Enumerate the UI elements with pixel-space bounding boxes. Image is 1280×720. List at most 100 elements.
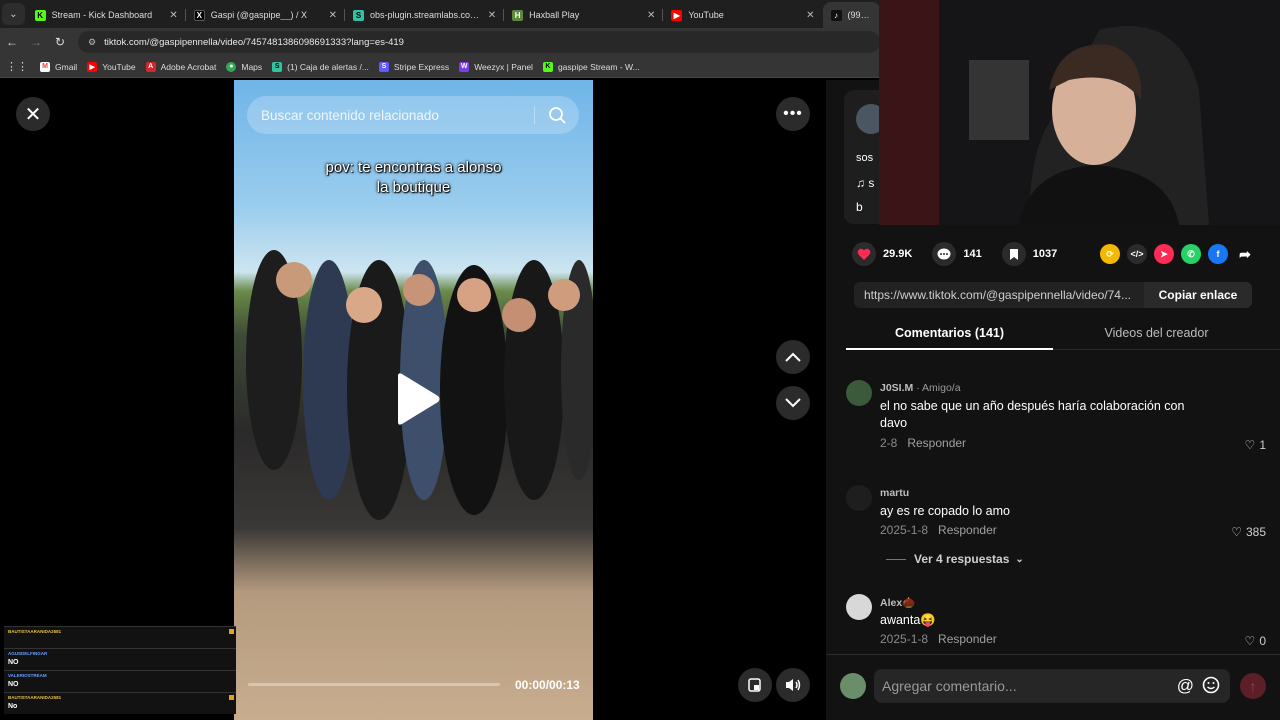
reply-button[interactable]: Responder: [938, 632, 997, 646]
gmail-icon: M: [40, 61, 50, 72]
bookmark-weezyx[interactable]: W Weezyx | Panel: [459, 61, 533, 72]
commenter-name[interactable]: Alex🌰: [880, 596, 915, 609]
close-tab-icon[interactable]: ✕: [329, 10, 337, 21]
close-icon[interactable]: ✕: [16, 97, 50, 131]
mention-icon[interactable]: @: [1177, 676, 1194, 696]
tiktok-icon: ♪: [830, 9, 842, 21]
bookmark-label: gaspipe Stream - W...: [557, 61, 640, 72]
search-icon[interactable]: [547, 105, 567, 125]
tab-title: obs-plugin.streamlabs.com/aut: [369, 10, 484, 20]
tab-haxball[interactable]: H Haxball Play ✕: [504, 2, 664, 28]
next-video-icon[interactable]: [776, 386, 810, 420]
streamlabs-icon: S: [272, 61, 283, 72]
comment-input[interactable]: Agregar comentario... @: [874, 669, 1230, 703]
bookmark-icon: [1001, 242, 1026, 266]
back-arrow-icon[interactable]: ←: [0, 35, 24, 49]
bookmark-stripe[interactable]: S Stripe Express: [378, 61, 449, 72]
tab-creator-videos[interactable]: Videos del creador: [1053, 320, 1260, 349]
address-bar-row: ← → ↻ ⚙ tiktok.com/@gaspipennella/video/…: [0, 28, 880, 56]
weezyx-icon: W: [459, 61, 470, 72]
commenter-username: J0SI.M: [880, 382, 914, 394]
reply-button[interactable]: Responder: [907, 436, 966, 450]
url-field[interactable]: ⚙ tiktok.com/@gaspipennella/video/745748…: [78, 31, 880, 53]
comment-date: 2-8: [880, 436, 898, 450]
apps-grid-icon[interactable]: ⋮⋮: [6, 60, 28, 73]
previous-video-icon[interactable]: [776, 340, 810, 374]
bookmark-youtube[interactable]: ▶ YouTube: [87, 61, 136, 72]
bookmark-label: YouTube: [102, 61, 136, 72]
send-arrow-icon[interactable]: ↑: [1240, 673, 1266, 699]
picture-in-picture-icon[interactable]: [738, 668, 772, 702]
bookmark-gmail[interactable]: M Gmail: [40, 61, 78, 72]
chat-message: No: [8, 703, 18, 710]
commenter-avatar[interactable]: [846, 485, 872, 511]
bookmark-kick-stream[interactable]: Kgaspipe Stream - W...: [542, 61, 640, 72]
commenter-avatar[interactable]: [846, 594, 872, 620]
heart-outline-icon: ♡: [1244, 634, 1256, 648]
comment-text: awanta😝: [880, 613, 936, 627]
caption-line: pov: te encontras a alonso: [325, 159, 502, 176]
save-button[interactable]: 1037: [1001, 242, 1058, 266]
repost-icon[interactable]: ⟳: [1100, 244, 1120, 264]
bookmark-streamlabs-alerts[interactable]: S (1) Caja de alertas /...: [272, 61, 369, 72]
like-count: 29.9K: [883, 248, 913, 260]
save-count: 1037: [1032, 248, 1058, 260]
facebook-icon[interactable]: f: [1208, 244, 1228, 264]
forward-arrow-icon[interactable]: →: [24, 35, 48, 49]
youtube-icon: ▶: [87, 61, 98, 72]
adobe-acrobat-icon: A: [145, 61, 156, 72]
tab-streamlabs[interactable]: S obs-plugin.streamlabs.com/aut ✕: [345, 2, 505, 28]
close-tab-icon[interactable]: ✕: [488, 10, 496, 21]
comment-button[interactable]: 141: [932, 242, 982, 266]
video-player[interactable]: Buscar contenido relacionado pov: te enc…: [234, 80, 593, 720]
share-url[interactable]: https://www.tiktok.com/@gaspipennella/vi…: [854, 288, 1144, 302]
comment-meta: 2025-1-8 Responder: [880, 523, 997, 537]
comment-date: 2025-1-8: [880, 632, 929, 646]
bookmark-maps[interactable]: ● Maps: [226, 61, 262, 72]
reload-icon[interactable]: ↻: [48, 35, 72, 49]
commenter-avatar[interactable]: [846, 380, 872, 406]
more-options-icon[interactable]: •••: [776, 97, 810, 131]
play-icon[interactable]: [394, 372, 440, 426]
bookmark-adobe[interactable]: A Adobe Acrobat: [145, 61, 216, 72]
send-to-friends-icon[interactable]: ➤: [1154, 244, 1174, 264]
volume-icon[interactable]: [776, 668, 810, 702]
bookmarks-bar: ⋮⋮ M Gmail ▶ YouTube A Adobe Acrobat ● Maps …: [0, 56, 880, 78]
tab-youtube[interactable]: ▶ YouTube ✕: [663, 2, 822, 28]
view-replies-button[interactable]: Ver 4 respuestas ⌄: [886, 552, 1024, 566]
comment-text: ay es re copado lo amo: [880, 504, 1010, 518]
whatsapp-icon[interactable]: ✆: [1181, 244, 1201, 264]
tab-tiktok[interactable]: ♪ (99+)gaspi: [822, 2, 880, 28]
tab-search-button[interactable]: ⌄: [2, 3, 25, 25]
bookmark-label: Gmail: [55, 61, 78, 72]
chat-username: AGUSDELFINGAR: [8, 651, 48, 656]
bookmark-label: (1) Caja de alertas /...: [287, 61, 369, 72]
embed-icon[interactable]: </>: [1127, 244, 1147, 264]
copy-link-button[interactable]: Copiar enlace: [1144, 282, 1252, 308]
share-arrow-icon[interactable]: ➦: [1235, 244, 1255, 264]
reply-button[interactable]: Responder: [938, 523, 997, 537]
emoji-icon[interactable]: [1202, 676, 1220, 694]
commenter-role: · Amigo/a: [916, 382, 961, 394]
close-tab-icon[interactable]: ✕: [806, 10, 814, 21]
music-text[interactable]: ♫ s: [856, 176, 874, 190]
haxball-icon: H: [512, 9, 524, 21]
like-button[interactable]: 29.9K: [852, 242, 912, 266]
tab-kick-dashboard[interactable]: K Stream - Kick Dashboard ✕: [27, 2, 186, 28]
tab-x-profile[interactable]: X Gaspi (@gaspipe__) / X ✕: [186, 2, 345, 28]
tab-title: Haxball Play: [529, 10, 580, 20]
comment-like-button[interactable]: ♡ 1: [1245, 438, 1266, 452]
comment-like-count: 385: [1245, 525, 1266, 539]
comment-like-button[interactable]: ♡ 385: [1231, 525, 1266, 539]
video-progress-bar[interactable]: [248, 683, 500, 686]
tab-comments[interactable]: Comentarios (141): [846, 320, 1053, 350]
commenter-username: Alex🌰: [880, 597, 916, 609]
close-tab-icon[interactable]: ✕: [647, 10, 655, 21]
commenter-name[interactable]: martu: [880, 487, 909, 499]
site-settings-icon[interactable]: ⚙: [88, 37, 96, 48]
related-search-input[interactable]: Buscar contenido relacionado: [247, 96, 579, 134]
effect-text[interactable]: b: [856, 200, 863, 214]
close-tab-icon[interactable]: ✕: [169, 10, 177, 21]
comment-like-button[interactable]: ♡ 0: [1245, 634, 1266, 648]
commenter-name[interactable]: J0SI.M · Amigo/a: [880, 382, 961, 394]
